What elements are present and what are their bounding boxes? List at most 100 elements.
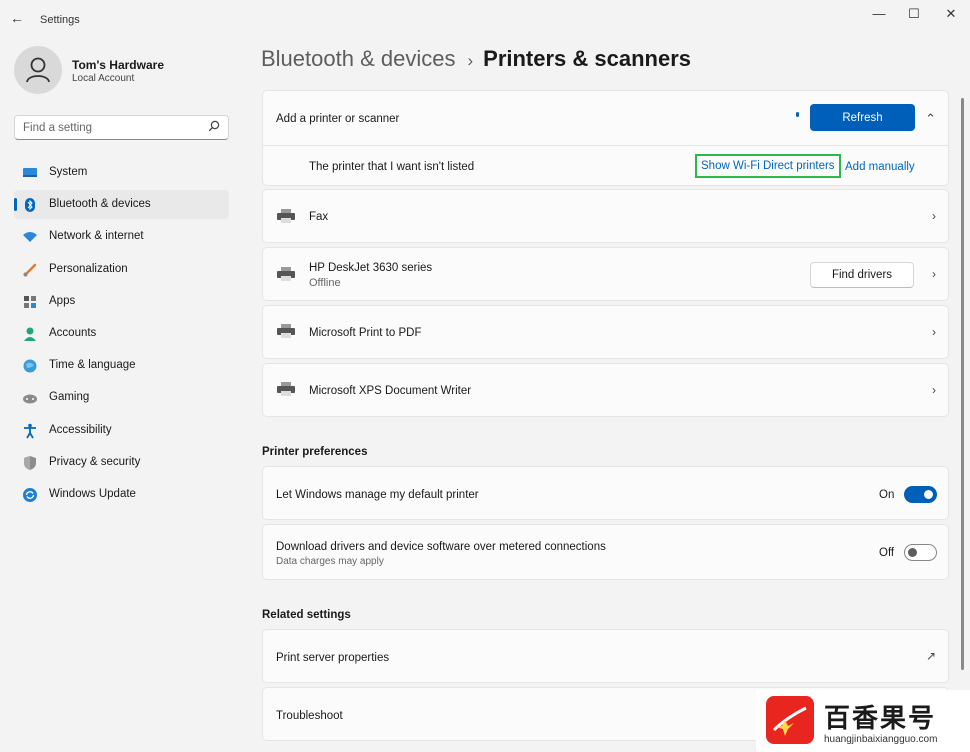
add-manually-link[interactable]: Add manually	[845, 161, 915, 173]
add-printer-label: Add a printer or scanner	[276, 113, 400, 125]
sidebar-item-label: Bluetooth & devices	[49, 198, 151, 211]
chevron-up-icon[interactable]: ⌃	[925, 111, 936, 127]
gamepad-icon	[23, 394, 37, 404]
printer-icon	[277, 382, 295, 396]
setting-row-default-printer: Let Windows manage my default printer On	[262, 466, 949, 520]
apps-icon	[24, 295, 36, 308]
printer-name: Microsoft Print to PDF	[309, 327, 422, 339]
metered-downloads-toggle[interactable]	[904, 544, 937, 561]
title-bar: ← Settings — ☐ ✕	[0, 0, 970, 36]
printer-row[interactable]: Microsoft XPS Document Writer ›	[262, 363, 949, 417]
page-title: Printers & scanners	[483, 46, 692, 71]
sidebar-nav: System Bluetooth & devices Network & int…	[14, 158, 229, 512]
setting-description: Data charges may apply	[276, 556, 384, 567]
profile-name: Tom's Hardware	[72, 58, 164, 72]
toggle-knob	[924, 490, 933, 499]
printer-row[interactable]: Microsoft Print to PDF ›	[262, 305, 949, 359]
printer-row[interactable]: Fax ›	[262, 189, 949, 243]
person-icon	[26, 57, 50, 83]
printer-name: Fax	[309, 211, 329, 223]
sidebar-item-label: Accessibility	[49, 423, 112, 436]
not-listed-label: The printer that I want isn't listed	[309, 161, 475, 173]
sidebar-item-label: Windows Update	[49, 487, 136, 500]
shield-icon	[24, 455, 36, 470]
sidebar-item-label: Apps	[49, 294, 76, 307]
refresh-button[interactable]: Refresh	[810, 104, 915, 131]
sidebar-item-label: Personalization	[49, 262, 128, 275]
printer-icon	[277, 324, 295, 338]
back-arrow-icon[interactable]: ←	[10, 10, 30, 26]
find-drivers-button[interactable]: Find drivers	[810, 262, 914, 288]
sidebar-item-privacy-security[interactable]: Privacy & security	[14, 448, 229, 477]
toggle-knob	[908, 548, 917, 557]
setting-row-metered-downloads: Download drivers and device software ove…	[262, 524, 949, 580]
breadcrumb-separator: ›	[467, 51, 474, 70]
chevron-right-icon: ›	[932, 325, 936, 339]
scrollbar[interactable]	[961, 98, 964, 670]
printer-icon	[277, 267, 295, 281]
watermark-url: huangjinbaixiangguo.com	[824, 734, 938, 745]
watermark-logo-icon	[766, 696, 814, 744]
close-button[interactable]: ✕	[940, 6, 962, 22]
toggle-state-label: On	[879, 489, 895, 501]
globe-icon	[23, 359, 37, 373]
show-wifi-direct-printers-link[interactable]: Show Wi-Fi Direct printers	[695, 154, 841, 178]
profile-account-type: Local Account	[72, 73, 135, 84]
setting-label: Download drivers and device software ove…	[276, 541, 606, 553]
accessibility-icon	[24, 423, 36, 438]
watermark-text: 百香果号	[824, 703, 937, 733]
bluetooth-icon	[25, 198, 35, 213]
sidebar-item-label: Accounts	[49, 326, 97, 339]
printer-row[interactable]: HP DeskJet 3630 series Offline Find driv…	[262, 247, 949, 301]
sidebar-item-personalization[interactable]: Personalization	[14, 255, 229, 284]
default-printer-toggle[interactable]	[904, 486, 937, 503]
setting-label: Troubleshoot	[276, 710, 343, 722]
setting-label: Print server properties	[276, 652, 390, 664]
sidebar-item-system[interactable]: System	[14, 158, 229, 187]
printer-status: Offline	[309, 277, 341, 289]
sidebar-item-label: Privacy & security	[49, 455, 141, 468]
sidebar-item-accessibility[interactable]: Accessibility	[14, 416, 229, 445]
add-printer-header[interactable]: Add a printer or scanner Refresh ⌃	[263, 91, 948, 145]
brush-icon	[23, 263, 37, 277]
sidebar-item-apps[interactable]: Apps	[14, 287, 229, 316]
add-printer-card: Add a printer or scanner Refresh ⌃ The p…	[262, 90, 949, 186]
breadcrumb: Bluetooth & devices › Printers & scanners	[261, 46, 691, 72]
toggle-state-label: Off	[879, 547, 895, 559]
sidebar-item-windows-update[interactable]: Windows Update	[14, 480, 229, 509]
window-title: Settings	[40, 14, 80, 26]
printer-preferences-heading: Printer preferences	[262, 446, 368, 458]
watermark: 百香果号 huangjinbaixiangguo.com	[756, 690, 970, 752]
maximize-button[interactable]: ☐	[903, 6, 925, 22]
sidebar-item-gaming[interactable]: Gaming	[14, 383, 229, 412]
wifi-icon	[23, 232, 37, 243]
sidebar-item-network[interactable]: Network & internet	[14, 222, 229, 251]
breadcrumb-parent[interactable]: Bluetooth & devices	[261, 46, 455, 71]
chevron-right-icon: ›	[932, 267, 936, 281]
sidebar-item-label: Network & internet	[49, 230, 144, 243]
print-server-properties-row[interactable]: Print server properties ↗	[262, 629, 949, 683]
sidebar-item-accounts[interactable]: Accounts	[14, 319, 229, 348]
related-settings-heading: Related settings	[262, 609, 351, 621]
printer-icon	[277, 209, 295, 223]
printer-name: HP DeskJet 3630 series	[309, 262, 433, 274]
printer-name: Microsoft XPS Document Writer	[309, 385, 472, 397]
sidebar-item-label: Gaming	[49, 391, 90, 404]
minimize-button[interactable]: —	[868, 6, 890, 22]
search-placeholder: Find a setting	[23, 122, 93, 134]
search-input[interactable]: Find a setting	[14, 115, 229, 140]
person-icon	[24, 327, 36, 341]
sidebar-item-label: System	[49, 166, 88, 178]
setting-label: Let Windows manage my default printer	[276, 489, 479, 501]
update-icon	[23, 487, 37, 502]
sidebar-item-time-language[interactable]: Time & language	[14, 351, 229, 380]
sidebar-item-bluetooth-devices[interactable]: Bluetooth & devices	[14, 190, 229, 220]
external-link-icon: ↗	[925, 649, 936, 663]
divider	[263, 145, 948, 146]
search-icon	[208, 120, 220, 132]
progress-spinner-icon	[796, 112, 799, 117]
chevron-right-icon: ›	[932, 383, 936, 397]
user-profile[interactable]: Tom's Hardware Local Account	[14, 46, 224, 96]
sidebar-item-label: Time & language	[49, 359, 136, 372]
chevron-right-icon: ›	[932, 209, 936, 223]
